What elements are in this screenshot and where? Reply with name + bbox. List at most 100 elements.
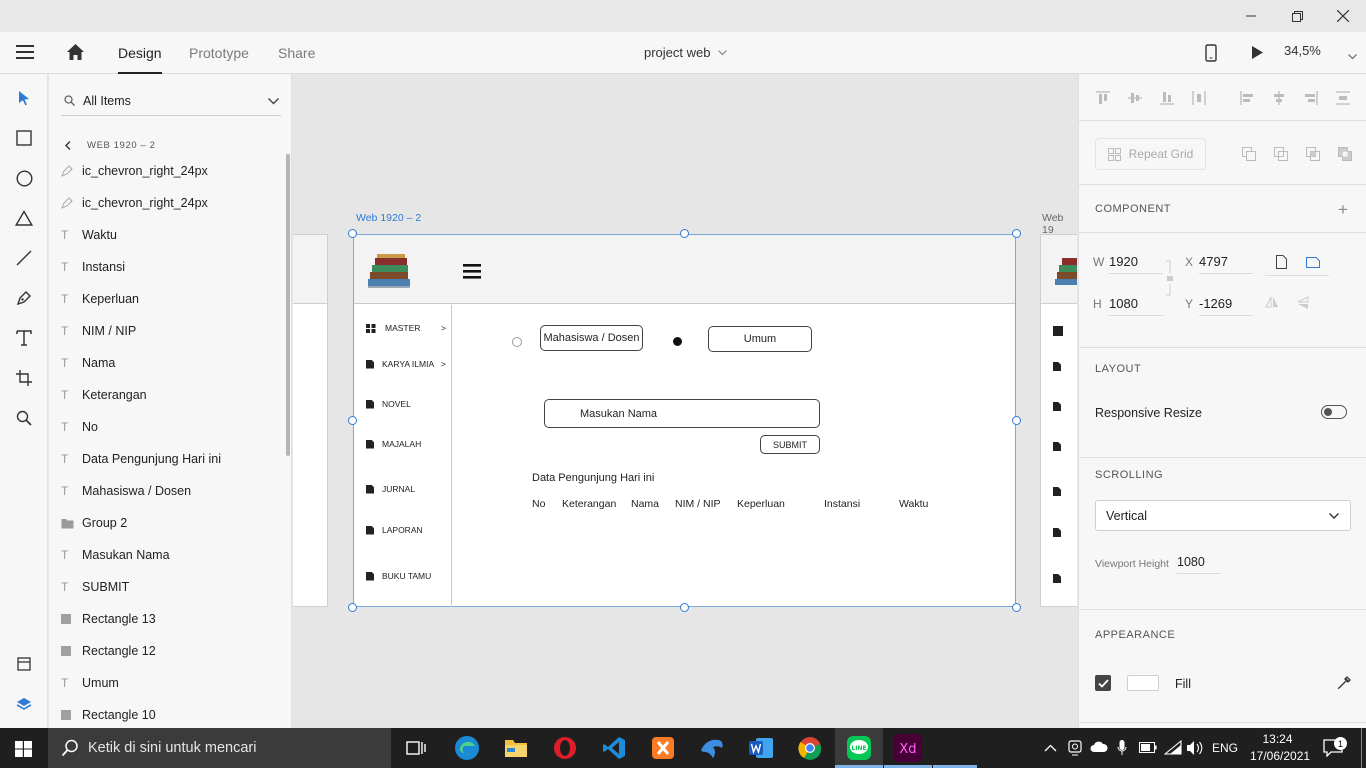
resize-handle[interactable] bbox=[1012, 603, 1021, 612]
lock-aspect-icon[interactable] bbox=[1165, 260, 1175, 299]
resize-handle[interactable] bbox=[348, 603, 357, 612]
sidebar-item-laporan[interactable]: LAPORAN bbox=[366, 525, 446, 535]
resize-handle[interactable] bbox=[1012, 229, 1021, 238]
boolean-subtract-icon[interactable] bbox=[1273, 146, 1289, 162]
tab-share[interactable]: Share bbox=[278, 32, 315, 74]
taskbar-search[interactable]: Ketik di sini untuk mencari bbox=[48, 728, 391, 768]
align-top-icon[interactable] bbox=[1095, 90, 1111, 106]
responsive-resize-toggle[interactable] bbox=[1321, 405, 1347, 419]
word-icon[interactable] bbox=[747, 734, 775, 762]
webcam-icon[interactable] bbox=[1068, 740, 1082, 759]
notification-center-icon[interactable]: 1 bbox=[1323, 737, 1347, 760]
x-field[interactable]: 4797 bbox=[1199, 254, 1253, 274]
xampp-icon[interactable] bbox=[649, 734, 677, 762]
show-desktop-button[interactable] bbox=[1361, 728, 1362, 768]
polygon-tool-icon[interactable] bbox=[12, 206, 36, 230]
adobe-xd-icon[interactable]: Xd bbox=[894, 734, 922, 762]
submit-button[interactable]: SUBMIT bbox=[760, 435, 820, 454]
layer-item[interactable]: T Instansi bbox=[61, 251, 281, 283]
layer-item[interactable]: Group 2 bbox=[61, 507, 281, 539]
assets-panel-icon[interactable] bbox=[12, 652, 36, 676]
resize-handle[interactable] bbox=[680, 603, 689, 612]
fill-color-swatch[interactable] bbox=[1127, 675, 1159, 691]
portrait-orientation-icon[interactable] bbox=[1265, 249, 1297, 275]
file-explorer-icon[interactable] bbox=[502, 734, 530, 762]
artboard-label[interactable]: Web 1920 – 2 bbox=[356, 212, 421, 224]
zoom-level[interactable]: 34,5% bbox=[1284, 43, 1321, 58]
minimize-button[interactable] bbox=[1228, 0, 1274, 32]
rectangle-tool-icon[interactable] bbox=[12, 126, 36, 150]
canvas[interactable]: Web 1920 – 2 MASTER > KARYA ILMIA > NOVEL MAJ… bbox=[293, 74, 1077, 728]
layer-item[interactable]: T Waktu bbox=[61, 219, 281, 251]
layer-item[interactable]: Rectangle 13 bbox=[61, 603, 281, 635]
onedrive-cloud-icon[interactable] bbox=[1090, 741, 1108, 756]
device-preview-icon[interactable] bbox=[1205, 44, 1217, 65]
chrome-browser-icon[interactable] bbox=[796, 734, 824, 762]
play-preview-icon[interactable] bbox=[1251, 45, 1264, 63]
sidebar-item-master[interactable]: MASTER > bbox=[366, 323, 446, 333]
fill-checkbox[interactable] bbox=[1095, 675, 1111, 691]
tab-design[interactable]: Design bbox=[118, 32, 162, 74]
align-center-icon[interactable] bbox=[1271, 90, 1287, 106]
distribute-vertical-icon[interactable] bbox=[1335, 90, 1351, 106]
volume-icon[interactable] bbox=[1186, 740, 1204, 759]
align-bottom-icon[interactable] bbox=[1159, 90, 1175, 106]
layer-item[interactable]: T Nama bbox=[61, 347, 281, 379]
align-left-icon[interactable] bbox=[1239, 90, 1255, 106]
boolean-add-icon[interactable] bbox=[1241, 146, 1257, 162]
flip-horizontal-icon[interactable] bbox=[1265, 296, 1279, 311]
close-button[interactable] bbox=[1320, 0, 1366, 32]
chevron-up-icon[interactable] bbox=[1044, 741, 1057, 755]
line-app-icon[interactable]: LINE bbox=[845, 734, 873, 762]
previous-artboard[interactable] bbox=[293, 234, 328, 607]
layer-item[interactable]: Rectangle 12 bbox=[61, 635, 281, 667]
hamburger-menu-icon[interactable] bbox=[463, 264, 481, 282]
layer-item[interactable]: T No bbox=[61, 411, 281, 443]
layer-item[interactable]: T Masukan Nama bbox=[61, 539, 281, 571]
input-language[interactable]: ENG bbox=[1212, 741, 1238, 755]
boolean-exclude-icon[interactable] bbox=[1337, 146, 1353, 162]
layer-item[interactable]: T Keperluan bbox=[61, 283, 281, 315]
resize-handle[interactable] bbox=[348, 416, 357, 425]
clock[interactable]: 13:24 17/06/2021 bbox=[1250, 732, 1310, 763]
name-input[interactable]: Masukan Nama bbox=[544, 399, 820, 428]
line-tool-icon[interactable] bbox=[12, 246, 36, 270]
layer-item[interactable]: ic_chevron_right_24px bbox=[61, 155, 281, 187]
add-component-icon[interactable]: + bbox=[1338, 200, 1348, 220]
resize-handle[interactable] bbox=[1012, 416, 1021, 425]
align-middle-icon[interactable] bbox=[1127, 90, 1143, 106]
chevron-down-icon[interactable] bbox=[1348, 49, 1357, 63]
layer-item[interactable]: T Keterangan bbox=[61, 379, 281, 411]
sidebar-item-novel[interactable]: NOVEL bbox=[366, 399, 446, 409]
artboard-web-1920-2[interactable]: MASTER > KARYA ILMIA > NOVEL MAJALAH JURNAL LAP… bbox=[353, 234, 1016, 607]
height-field[interactable]: 1080 bbox=[1109, 296, 1163, 316]
tab-prototype[interactable]: Prototype bbox=[189, 32, 249, 74]
text-tool-icon[interactable] bbox=[12, 326, 36, 350]
sidebar-item-karya-ilmia[interactable]: KARYA ILMIA > bbox=[366, 359, 446, 369]
repeat-grid-button[interactable]: Repeat Grid bbox=[1095, 138, 1206, 170]
option-umum[interactable]: Umum bbox=[708, 326, 812, 352]
zoom-tool-icon[interactable] bbox=[12, 406, 36, 430]
layer-item[interactable]: T SUBMIT bbox=[61, 571, 281, 603]
pen-tool-icon[interactable] bbox=[12, 286, 36, 310]
layer-item[interactable]: Rectangle 10 bbox=[61, 699, 281, 728]
radio-umum[interactable] bbox=[673, 337, 682, 346]
width-field[interactable]: 1920 bbox=[1109, 254, 1163, 274]
layers-panel-icon[interactable] bbox=[12, 692, 36, 716]
sidebar-item-buku-tamu[interactable]: BUKU TAMU bbox=[366, 571, 446, 581]
layer-item[interactable]: T NIM / NIP bbox=[61, 315, 281, 347]
layers-back-breadcrumb[interactable]: WEB 1920 – 2 bbox=[65, 140, 155, 151]
layer-item[interactable]: ic_chevron_right_24px bbox=[61, 187, 281, 219]
dolphin-app-icon[interactable] bbox=[698, 734, 726, 762]
landscape-orientation-icon[interactable] bbox=[1297, 249, 1329, 275]
resize-handle[interactable] bbox=[348, 229, 357, 238]
resize-handle[interactable] bbox=[680, 229, 689, 238]
option-mahasiswa-dosen[interactable]: Mahasiswa / Dosen bbox=[540, 325, 643, 351]
home-icon[interactable] bbox=[66, 43, 85, 64]
layer-item[interactable]: T Data Pengunjung Hari ini bbox=[61, 443, 281, 475]
align-right-icon[interactable] bbox=[1303, 90, 1319, 106]
edge-browser-icon[interactable] bbox=[453, 734, 481, 762]
task-view-icon[interactable] bbox=[402, 734, 430, 762]
restore-button[interactable] bbox=[1274, 0, 1320, 32]
viewport-height-field[interactable]: 1080 bbox=[1177, 555, 1221, 574]
